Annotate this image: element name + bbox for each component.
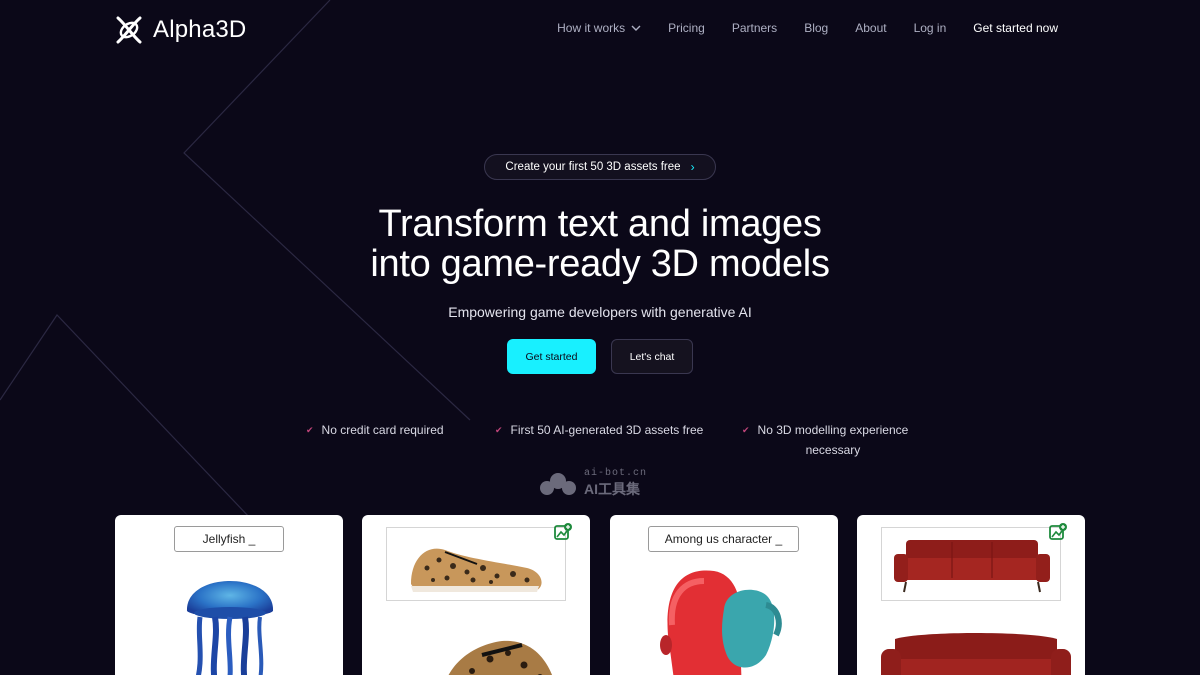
pill-label: Create your first 50 3D assets free — [505, 161, 681, 173]
sneaker-3d-model — [448, 640, 553, 675]
lets-chat-button[interactable]: Let's chat — [611, 339, 693, 374]
hero-subtitle: Empowering game developers with generati… — [448, 304, 752, 320]
brand-name: Alpha3D — [153, 16, 247, 43]
prompt-text-box: Among us character _ — [648, 526, 799, 552]
watermark-name: AI工具集 — [584, 481, 640, 497]
check-icon: ✔ — [495, 425, 503, 435]
jellyfish-model — [186, 581, 274, 675]
watermark-logo-icon — [540, 472, 576, 495]
check-icon: ✔ — [742, 425, 750, 435]
feature-label: No 3D modelling experience necessary — [758, 420, 909, 460]
example-card-sofa[interactable] — [857, 515, 1085, 675]
add-image-icon[interactable] — [1049, 523, 1067, 541]
nav-pricing[interactable]: Pricing — [668, 21, 705, 35]
example-card-sneaker[interactable] — [362, 515, 590, 675]
get-started-button[interactable]: Get started — [507, 339, 596, 374]
sofa-3d-model — [881, 633, 1071, 675]
input-image-frame — [881, 527, 1061, 601]
add-image-icon[interactable] — [554, 523, 572, 541]
nav-partners[interactable]: Partners — [732, 21, 777, 35]
among-us-model — [660, 570, 782, 675]
brand-logo[interactable]: Alpha3D — [113, 14, 246, 46]
nav-about[interactable]: About — [855, 21, 886, 35]
watermark: ai-bot.cn AI工具集 — [538, 468, 647, 499]
prompt-text-box: Jellyfish _ — [174, 526, 284, 552]
chevron-down-icon — [631, 25, 641, 31]
chevron-right-icon: › — [690, 160, 695, 174]
feature-label: No credit card required — [321, 423, 444, 437]
feature-label-line-1: No 3D modelling experience — [757, 423, 909, 437]
nav-how-it-works-label: How it works — [557, 21, 626, 35]
feature-label-line-2: necessary — [805, 443, 861, 457]
nav-links: How it works Pricing Partners Blog About… — [557, 21, 1058, 35]
example-card-jellyfish[interactable]: Jellyfish _ — [115, 515, 343, 675]
hero-title-line-1: Transform text and images — [378, 203, 822, 245]
sofa-input-image — [894, 540, 1050, 593]
input-image-frame — [386, 527, 566, 601]
feature-no-experience: ✔ No 3D modelling experience necessary — [742, 420, 908, 460]
hero-title: Transform text and images into game-read… — [300, 204, 900, 284]
feature-first-50-free: ✔ First 50 AI-generated 3D assets free — [495, 420, 703, 440]
nav-blog[interactable]: Blog — [804, 21, 828, 35]
nav-how-it-works[interactable]: How it works — [557, 21, 641, 35]
nav-get-started-now[interactable]: Get started now — [973, 21, 1058, 35]
watermark-domain: ai-bot.cn — [584, 468, 648, 479]
free-assets-pill[interactable]: Create your first 50 3D assets free › — [484, 154, 716, 180]
feature-label: First 50 AI-generated 3D assets free — [510, 423, 704, 437]
hero-title-line-2: into game-ready 3D models — [370, 243, 830, 285]
nav-login[interactable]: Log in — [914, 21, 947, 35]
feature-no-credit-card: ✔ No credit card required — [306, 420, 444, 440]
check-icon: ✔ — [306, 425, 314, 435]
example-card-among-us[interactable]: Among us character _ — [610, 515, 838, 675]
sneaker-input-image — [411, 548, 542, 592]
alpha3d-logo-icon — [116, 16, 142, 44]
top-navigation: Alpha3D How it works Pricing Partners Bl… — [0, 0, 1200, 58]
